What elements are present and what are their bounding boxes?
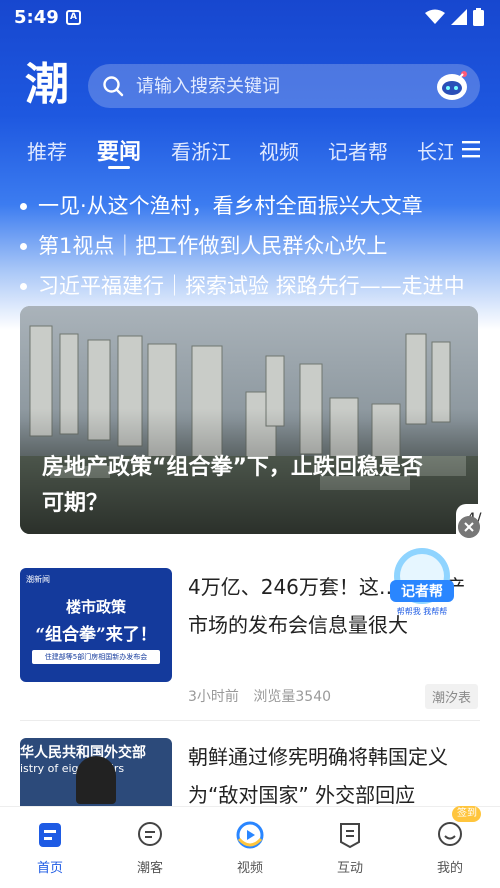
app-logo[interactable]: 潮 bbox=[22, 60, 72, 110]
bullet-icon bbox=[20, 202, 27, 210]
robot-assistant-icon[interactable] bbox=[434, 69, 470, 103]
nav-interact[interactable]: 互动 bbox=[310, 807, 390, 888]
active-tab-indicator bbox=[108, 166, 130, 169]
badge-line2: 帮帮我 我帮帮 bbox=[397, 606, 448, 616]
bullet-icon bbox=[20, 282, 27, 290]
tab-changjiang[interactable]: 长江 bbox=[417, 136, 453, 165]
headline-item[interactable]: 习近平福建行｜探索试验 探路先行——走进中 bbox=[20, 266, 490, 306]
menu-icon[interactable] bbox=[462, 140, 480, 158]
profile-icon bbox=[438, 822, 462, 846]
news-thumbnail: 华人民共和国外交部 istry of eign Affairs bbox=[20, 738, 172, 806]
speaker-figure bbox=[76, 756, 116, 804]
battery-icon bbox=[473, 8, 484, 26]
hero-title: 房地产政策“组合拳”下，止跌回稳是否可期？ bbox=[42, 455, 423, 516]
search-icon bbox=[103, 76, 124, 97]
video-icon bbox=[236, 821, 264, 849]
nav-chaoke[interactable]: 潮客 bbox=[110, 807, 190, 888]
bottom-navigation: 首页 潮客 视频 互动 我的 bbox=[0, 806, 500, 888]
search-input[interactable] bbox=[136, 64, 416, 108]
tab-recommend[interactable]: 推荐 bbox=[27, 136, 67, 165]
signin-badge[interactable]: 签到 bbox=[452, 806, 481, 822]
news-title: 朝鲜通过修宪明确将韩国定义为“敌对国家” 外交部回应 bbox=[188, 745, 448, 806]
tab-video[interactable]: 视频 bbox=[259, 136, 299, 165]
nav-label: 潮客 bbox=[136, 861, 163, 876]
bullet-icon bbox=[20, 242, 27, 250]
tab-zhejiang[interactable]: 看浙江 bbox=[171, 136, 231, 165]
search-bar[interactable] bbox=[88, 64, 480, 108]
badge-line1: 记者帮 bbox=[401, 583, 443, 600]
news-list-item[interactable]: 华人民共和国外交部 istry of eign Affairs 朝鲜通过修宪明确… bbox=[20, 738, 480, 806]
headline-item[interactable]: 第1视点｜把工作做到人民群众心坎上 bbox=[20, 226, 490, 266]
tab-important-news[interactable]: 要闻 bbox=[97, 134, 141, 166]
channel-tabs: 推荐 要闻 看浙江 视频 记者帮 长江 bbox=[0, 128, 500, 172]
close-icon[interactable] bbox=[458, 516, 480, 538]
reporter-help-floating-badge[interactable]: 记者帮 帮帮我 我帮帮 bbox=[386, 546, 458, 620]
headline-item[interactable]: 一见·从这个渔村，看乡村全面振兴大文章 bbox=[20, 186, 490, 226]
thumb-line3: 住建部等5部门房相国新办发布会 bbox=[32, 650, 160, 664]
nav-video[interactable]: 视频 bbox=[210, 807, 290, 888]
notification-icon: A bbox=[66, 10, 81, 25]
news-time: 3小时前 bbox=[188, 689, 239, 705]
nav-home[interactable]: 首页 bbox=[10, 807, 90, 888]
thumb-line2: “组合拳”来了！ bbox=[35, 625, 157, 645]
interact-icon bbox=[340, 823, 360, 849]
nav-label: 我的 bbox=[436, 861, 463, 876]
signal-icon bbox=[451, 9, 467, 25]
nav-label: 互动 bbox=[336, 861, 363, 876]
status-time: 5:49 bbox=[14, 7, 59, 28]
divider bbox=[20, 720, 480, 721]
home-icon bbox=[39, 823, 61, 847]
news-source-tag[interactable]: 潮汐表 bbox=[424, 684, 478, 709]
news-views: 浏览量3540 bbox=[253, 689, 332, 705]
nav-label: 视频 bbox=[236, 861, 263, 876]
nav-label: 首页 bbox=[36, 861, 63, 876]
thumb-line1: 楼市政策 bbox=[65, 598, 126, 616]
news-thumbnail: 潮新闻 楼市政策 “组合拳”来了！ 住建部等5部门房相国新办发布会 bbox=[20, 568, 172, 682]
hero-carousel-card[interactable]: 房地产政策“组合拳”下，止跌回稳是否可期？ bbox=[20, 306, 478, 534]
status-indicators bbox=[425, 8, 484, 26]
news-meta: 3小时前 浏览量3540 bbox=[188, 686, 331, 706]
wifi-icon bbox=[425, 9, 445, 24]
thumb-brand: 潮新闻 bbox=[26, 575, 50, 584]
tab-reporter-help[interactable]: 记者帮 bbox=[328, 136, 388, 165]
chat-icon bbox=[138, 822, 162, 846]
status-bar: 5:49 A bbox=[0, 0, 500, 36]
headline-list: 一见·从这个渔村，看乡村全面振兴大文章 第1视点｜把工作做到人民群众心坎上 习近… bbox=[20, 186, 490, 306]
